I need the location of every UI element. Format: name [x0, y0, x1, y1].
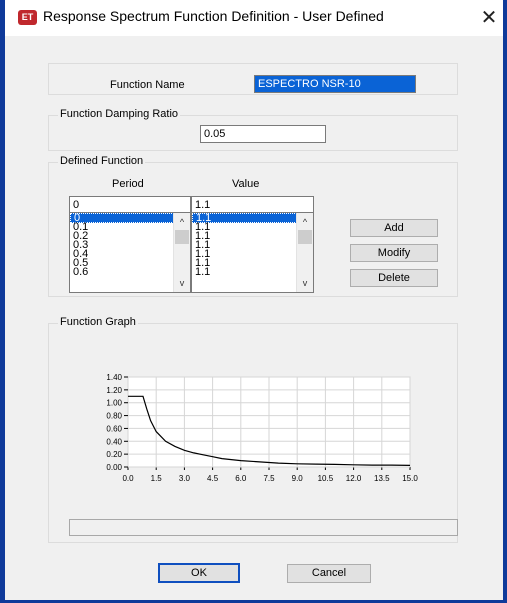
status-progress-bar	[69, 519, 458, 536]
ok-button[interactable]: OK	[158, 563, 240, 583]
add-button[interactable]: Add	[350, 219, 438, 237]
period-list[interactable]: 0 0.1 0.2 0.3 0.4 0.5 0.6 ^ v	[69, 212, 191, 293]
value-list[interactable]: 1.1 1.1 1.1 1.1 1.1 1.1 1.1 ^ v	[191, 212, 314, 293]
x-tick-label: 1.5	[151, 474, 163, 483]
list-item[interactable]: 0	[70, 213, 190, 224]
x-tick-label: 12.0	[346, 474, 362, 483]
period-input[interactable]	[69, 196, 191, 213]
dialog-body: Function Name Function Damping Ratio Def…	[5, 36, 503, 600]
y-tick-label: 1.40	[106, 373, 122, 382]
x-tick-label: 13.5	[374, 474, 390, 483]
y-tick-label: 1.20	[106, 386, 122, 395]
function-name-input[interactable]	[254, 75, 416, 93]
period-list-scrollbar[interactable]: ^ v	[173, 213, 190, 292]
list-item[interactable]: 1.1	[192, 258, 313, 269]
scroll-thumb[interactable]	[175, 230, 189, 244]
x-tick-label: 9.0	[292, 474, 304, 483]
x-tick-label: 6.0	[235, 474, 247, 483]
delete-button[interactable]: Delete	[350, 269, 438, 287]
x-tick-label: 10.5	[318, 474, 334, 483]
y-tick-label: 0.20	[106, 450, 122, 459]
window-title: Response Spectrum Function Definition - …	[43, 8, 384, 24]
list-item[interactable]: 0.2	[70, 231, 190, 242]
scroll-down-icon[interactable]: v	[174, 276, 190, 290]
scroll-down-icon[interactable]: v	[297, 276, 313, 290]
x-tick-label: 4.5	[207, 474, 219, 483]
list-item[interactable]: 1.1	[192, 240, 313, 251]
scroll-up-icon[interactable]: ^	[174, 215, 190, 229]
close-button[interactable]: ✕	[475, 5, 503, 31]
scroll-up-icon[interactable]: ^	[297, 215, 313, 229]
value-column-header: Value	[232, 178, 260, 190]
period-column-header: Period	[112, 178, 144, 190]
list-item[interactable]: 0.3	[70, 240, 190, 251]
y-tick-label: 0.60	[106, 424, 122, 433]
value-input[interactable]	[191, 196, 314, 213]
x-tick-label: 0.0	[122, 474, 134, 483]
scroll-thumb[interactable]	[298, 230, 312, 244]
y-tick-label: 1.00	[106, 399, 122, 408]
y-tick-label: 0.00	[106, 463, 122, 472]
y-tick-label: 0.80	[106, 412, 122, 421]
list-item[interactable]: 1.1	[192, 222, 313, 233]
list-item[interactable]: 0.1	[70, 222, 190, 233]
list-item[interactable]: 0.5	[70, 258, 190, 269]
list-item[interactable]: 1.1	[192, 231, 313, 242]
damping-group-title: Function Damping Ratio	[58, 108, 181, 120]
title-bar[interactable]: ET Response Spectrum Function Definition…	[5, 0, 503, 36]
x-tick-label: 7.5	[263, 474, 275, 483]
cancel-button[interactable]: Cancel	[287, 564, 371, 583]
x-tick-label: 3.0	[179, 474, 191, 483]
list-item[interactable]: 1.1	[192, 249, 313, 260]
function-graph-group-title: Function Graph	[58, 316, 138, 328]
response-spectrum-chart: 0.0 1.5 3.0 4.5 6.0 7.5 9.0 10.5 12.0 13.5 15.0 0.0…	[106, 373, 418, 483]
modify-button[interactable]: Modify	[350, 244, 438, 262]
damping-ratio-input[interactable]	[200, 125, 326, 143]
x-tick-label: 15.0	[402, 474, 418, 483]
defined-function-group-title: Defined Function	[58, 155, 146, 167]
list-item[interactable]: 0.6	[70, 267, 190, 278]
function-name-label: Function Name	[110, 79, 185, 91]
y-tick-label: 0.40	[106, 437, 122, 446]
list-item[interactable]: 1.1	[192, 213, 313, 224]
list-item[interactable]: 1.1	[192, 267, 313, 278]
list-item[interactable]: 0.4	[70, 249, 190, 260]
etabs-app-icon: ET	[18, 10, 37, 25]
value-list-scrollbar[interactable]: ^ v	[296, 213, 313, 292]
